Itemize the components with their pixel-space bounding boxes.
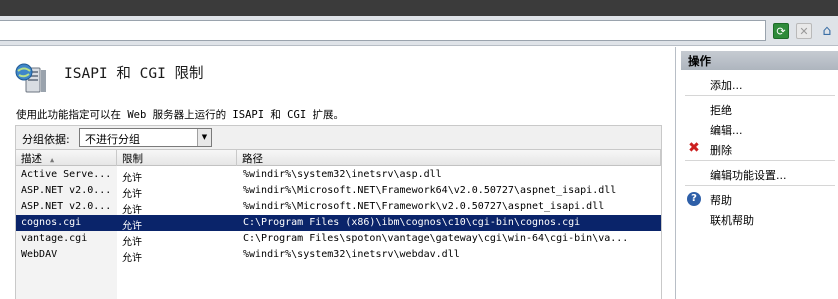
column-header-label: 路径 [242,153,263,165]
table-row[interactable]: WebDAV 允许 %windir%\system32\inetsrv\webd… [16,247,661,264]
page-title: ISAPI 和 CGI 限制 [64,66,204,82]
group-by-select[interactable]: 不进行分组 ▼ [79,128,212,147]
table-row-selected[interactable]: cognos.cgi 允许 C:\Program Files (x86)\ibm… [16,215,661,232]
row-path: %windir%\Microsoft.NET\Framework64\v2.0.… [243,185,617,196]
row-description: ASP.NET v2.0... [21,201,112,212]
row-restriction: 允许 [122,205,142,216]
actions-pane: 操作 添加... 拒绝 编辑... ✖ 删除 编辑功能设置... ? 帮助 联机… [677,47,838,299]
chevron-down-icon[interactable]: ▼ [197,129,211,146]
actions-separator [685,185,835,186]
restrictions-table: 描述 ▲ 限制 路径 Active Serve... 允许 %windir%\sy… [15,149,662,299]
add-action-link[interactable]: 添加... [710,77,743,93]
stop-icon[interactable]: ✕ [796,23,812,39]
column-header-path[interactable]: 路径 [237,150,661,166]
column-header-label: 描述 [21,153,42,165]
actions-separator [685,95,835,96]
row-restriction: 允许 [122,221,142,232]
actions-header: 操作 [681,51,838,70]
help-icon: ? [687,192,701,206]
edit-feature-settings-link[interactable]: 编辑功能设置... [710,167,787,183]
row-path: %windir%\Microsoft.NET\Framework\v2.0.50… [243,201,605,212]
row-description: vantage.cgi [21,233,88,244]
online-help-action-link[interactable]: 联机帮助 [710,212,754,228]
actions-separator [685,160,835,161]
row-restriction: 允许 [122,189,142,200]
group-by-bar: 分组依据: 不进行分组 ▼ [15,125,662,149]
row-description: ASP.NET v2.0... [21,185,112,196]
table-header: 描述 ▲ 限制 路径 [16,150,661,166]
page-description: 使用此功能指定可以在 Web 服务器上运行的 ISAPI 和 CGI 扩展。 [16,109,344,121]
row-description: Active Serve... [21,169,112,180]
row-restriction: 允许 [122,237,142,248]
refresh-icon[interactable]: ⟳ [773,23,789,39]
column-header-description[interactable]: 描述 ▲ [16,150,117,166]
sort-ascending-icon: ▲ [50,156,55,164]
table-row[interactable]: ASP.NET v2.0... 允许 %windir%\Microsoft.NE… [16,199,661,216]
table-row[interactable]: ASP.NET v2.0... 允许 %windir%\Microsoft.NE… [16,183,661,200]
delete-action-link[interactable]: 删除 [710,142,732,158]
table-row[interactable]: vantage.cgi 允许 C:\Program Files\spoton\v… [16,231,661,248]
help-action-link[interactable]: 帮助 [710,192,732,208]
address-input[interactable] [0,20,766,41]
row-restriction: 允许 [122,253,142,264]
address-bar: ⟳ ✕ ⌂ [0,16,838,46]
isapi-cgi-feature-icon [15,63,46,93]
table-row[interactable]: Active Serve... 允许 %windir%\system32\ine… [16,167,661,184]
home-icon[interactable]: ⌂ [819,23,835,39]
group-by-label: 分组依据: [22,133,70,146]
delete-icon: ✖ [688,140,700,156]
column-header-label: 限制 [122,153,143,165]
edit-action-link[interactable]: 编辑... [710,122,743,138]
row-path: %windir%\system32\inetsrv\asp.dll [243,169,442,180]
deny-action-link[interactable]: 拒绝 [710,102,732,118]
window-title-bar [0,0,838,16]
row-path: %windir%\system32\inetsrv\webdav.dll [243,249,460,260]
row-restriction: 允许 [122,173,142,184]
feature-panel: ISAPI 和 CGI 限制 使用此功能指定可以在 Web 服务器上运行的 IS… [0,47,676,299]
row-description: cognos.cgi [21,217,115,228]
column-header-restriction[interactable]: 限制 [117,150,237,166]
row-description: WebDAV [21,249,58,260]
group-by-value: 不进行分组 [85,133,140,146]
row-path: C:\Program Files\spoton\vantage\gateway\… [243,233,629,244]
row-path: C:\Program Files (x86)\ibm\cognos\c10\cg… [243,217,581,228]
